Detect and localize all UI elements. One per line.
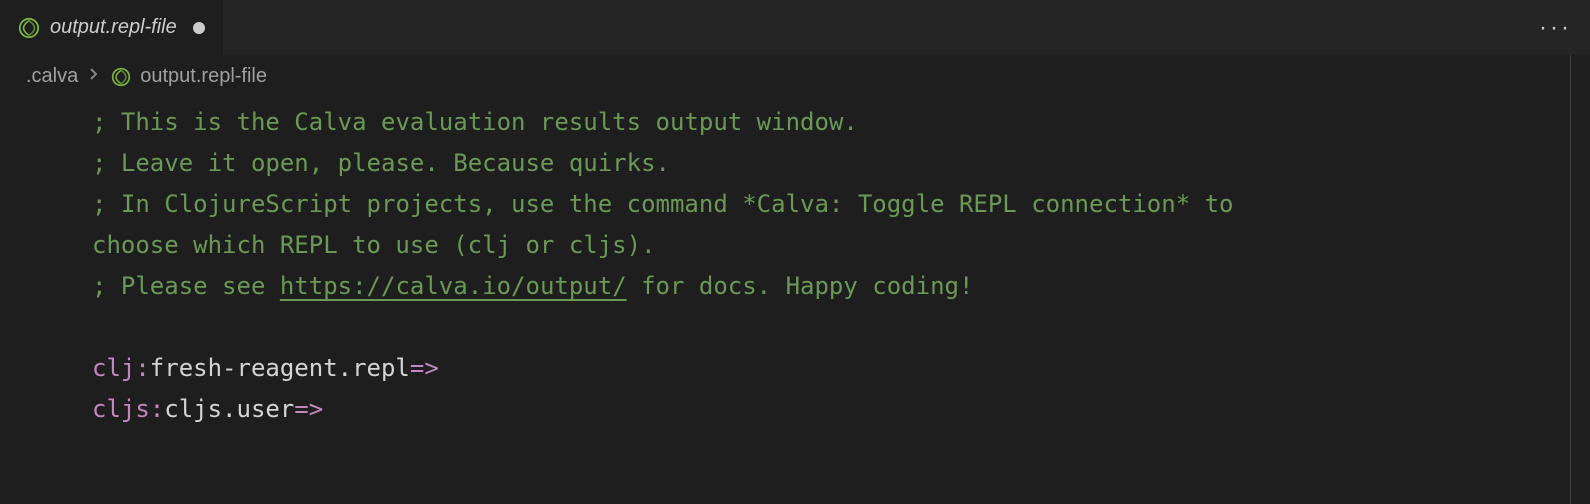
editor-content[interactable]: ; This is the Calva evaluation results o… [0,98,1590,430]
scrollbar[interactable] [1570,55,1590,504]
tab-bar: output.repl-file ··· [0,0,1590,55]
docs-link[interactable]: https://calva.io/output/ [280,272,627,300]
code-line: ; This is the Calva evaluation results o… [92,102,1590,143]
tab-dirty-indicator [193,22,205,34]
breadcrumb-folder[interactable]: .calva [26,65,78,88]
repl-prompt-clj: clj꞉fresh-reagent.repl=> [92,348,1590,389]
breadcrumb[interactable]: .calva output.repl-file [0,55,1590,98]
code-line: ; In ClojureScript projects, use the com… [92,184,1590,225]
chevron-right-icon [86,66,102,87]
clojure-icon [110,66,132,88]
clojure-icon [18,17,40,39]
repl-prompt-cljs: cljs꞉cljs.user=> [92,389,1590,430]
code-line: choose which REPL to use (clj or cljs). [92,225,1590,266]
code-line: ; Leave it open, please. Because quirks. [92,143,1590,184]
tab-label: output.repl-file [50,16,177,39]
editor-tab[interactable]: output.repl-file [0,0,223,55]
blank-line [92,307,1590,348]
breadcrumb-file[interactable]: output.repl-file [110,65,267,88]
tab-more-actions[interactable]: ··· [1539,14,1572,42]
code-line: ; Please see https://calva.io/output/ fo… [92,266,1590,307]
